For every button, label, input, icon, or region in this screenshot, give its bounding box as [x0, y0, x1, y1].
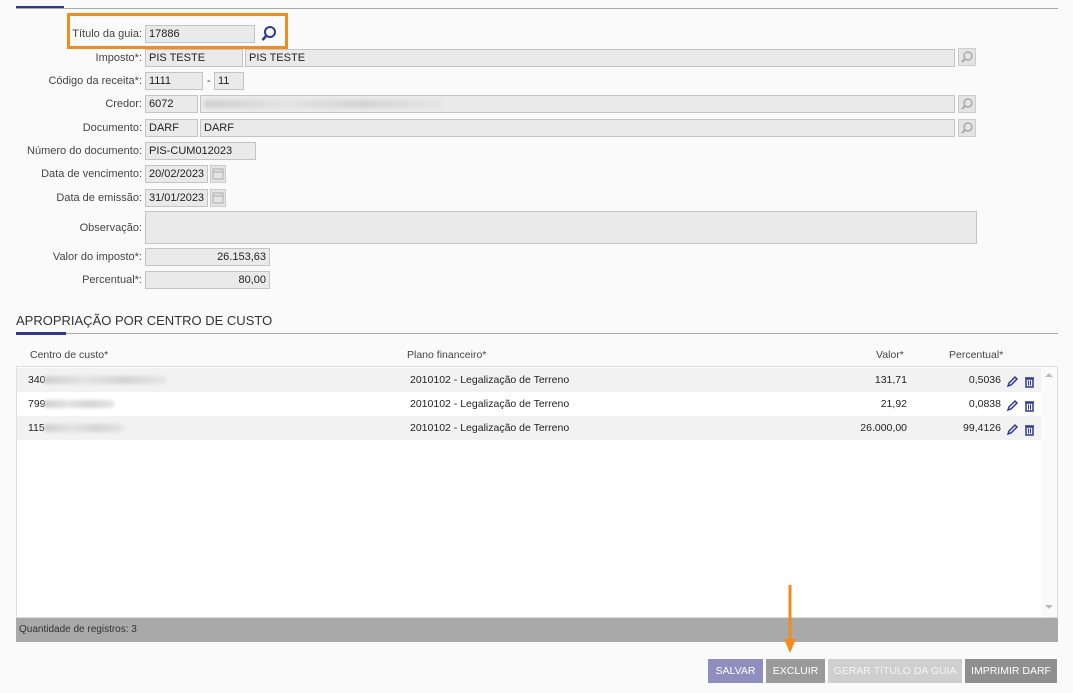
header-percentual[interactable]: Percentual* — [949, 349, 1003, 361]
record-count: Quantidade de registros: 3 — [16, 618, 1058, 642]
codigo-suffix-input[interactable]: 11 — [214, 72, 244, 90]
cell-centro: 799 — [28, 398, 46, 410]
search-icon — [961, 98, 973, 110]
codigo-label: Código da receita*: — [48, 75, 142, 87]
valor-label: Valor do imposto*: — [52, 251, 142, 263]
numero-label: Número do documento: — [27, 145, 142, 157]
credor-label: Credor: — [105, 98, 142, 110]
valor-input[interactable]: 26.153,63 — [145, 248, 270, 266]
table-row[interactable]: 799 2010102 - Legalização de Terreno 21,… — [17, 392, 1041, 416]
top-divider — [16, 8, 1058, 9]
credor-lookup-button[interactable] — [958, 95, 976, 113]
codigo-separator: - — [207, 75, 211, 87]
observacao-label: Observação: — [79, 222, 142, 234]
search-icon — [961, 122, 973, 134]
cell-percentual: 0,5036 — [968, 374, 1001, 386]
cell-plano: 2010102 - Legalização de Terreno — [410, 374, 570, 386]
cell-plano: 2010102 - Legalização de Terreno — [410, 398, 570, 410]
redacted-text — [44, 400, 114, 408]
data-grid: 340 2010102 - Legalização de Terreno 131… — [16, 366, 1058, 618]
cell-centro: 340 — [28, 374, 46, 386]
print-darf-button[interactable]: IMPRIMIR DARF — [965, 659, 1057, 683]
edit-icon[interactable] — [1006, 421, 1019, 445]
calendar-icon-glyph — [212, 192, 224, 204]
highlight-box — [67, 13, 288, 49]
table-header: Centro de custo* Plano financeiro* Valor… — [16, 346, 1058, 366]
cell-valor: 21,92 — [880, 398, 907, 410]
section-divider — [16, 333, 1058, 334]
calendar-icon-glyph — [212, 168, 224, 180]
section-accent — [16, 332, 66, 335]
vencimento-label: Data de vencimento: — [41, 168, 142, 180]
save-button[interactable]: SALVAR — [708, 659, 763, 683]
search-icon — [961, 51, 973, 63]
scroll-up-icon[interactable] — [1044, 371, 1054, 379]
documento-desc-field: DARF — [200, 119, 955, 137]
documento-lookup-button[interactable] — [958, 119, 976, 137]
section-title: APROPRIAÇÃO POR CENTRO DE CUSTO — [16, 313, 273, 328]
numero-input[interactable]: PIS-CUM012023 — [145, 142, 256, 160]
calendar-icon[interactable] — [210, 189, 226, 207]
imposto-label: Imposto*: — [95, 52, 142, 64]
imposto-lookup-button[interactable] — [958, 48, 976, 66]
arrow-down-icon — [784, 585, 796, 653]
header-centro[interactable]: Centro de custo* — [30, 349, 108, 361]
documento-code-input[interactable]: DARF — [145, 119, 198, 137]
cell-percentual: 99,4126 — [963, 422, 1001, 434]
emissao-label: Data de emissão: — [56, 192, 142, 204]
vencimento-input[interactable]: 20/02/2023 — [145, 165, 208, 183]
header-plano[interactable]: Plano financeiro* — [407, 349, 486, 361]
redacted-text — [44, 376, 166, 384]
cell-percentual: 0,0838 — [968, 398, 1001, 410]
imposto-code-input[interactable]: PIS TESTE — [145, 49, 243, 67]
table-row[interactable]: 340 2010102 - Legalização de Terreno 131… — [17, 368, 1041, 392]
codigo-input[interactable]: 1111 — [145, 72, 203, 90]
observacao-textarea[interactable] — [145, 211, 977, 244]
credor-code-input[interactable]: 6072 — [145, 95, 198, 113]
credor-name-field — [200, 95, 955, 113]
redacted-text — [44, 424, 124, 432]
scroll-down-icon[interactable] — [1044, 603, 1054, 611]
grid-scrollbar[interactable] — [1041, 367, 1057, 617]
percentual-input[interactable]: 80,00 — [145, 271, 270, 289]
cell-valor: 131,71 — [874, 374, 907, 386]
redacted-text — [204, 100, 444, 108]
trash-icon[interactable] — [1023, 421, 1036, 445]
table-row[interactable]: 115 2010102 - Legalização de Terreno 26.… — [17, 416, 1041, 440]
percentual-label: Percentual*: — [82, 274, 142, 286]
emissao-input[interactable]: 31/01/2023 — [145, 189, 208, 207]
documento-label: Documento: — [82, 122, 142, 134]
cell-plano: 2010102 - Legalização de Terreno — [410, 422, 570, 434]
cell-valor: 26.000,00 — [860, 422, 907, 434]
imposto-desc-field: PIS TESTE — [245, 49, 955, 67]
cell-centro: 115 — [28, 422, 45, 434]
delete-button[interactable]: EXCLUIR — [766, 659, 825, 683]
calendar-icon[interactable] — [210, 165, 226, 183]
header-valor[interactable]: Valor* — [876, 349, 904, 361]
generate-guide-button[interactable]: GERAR TÍTULO DA GUIA — [828, 659, 962, 683]
